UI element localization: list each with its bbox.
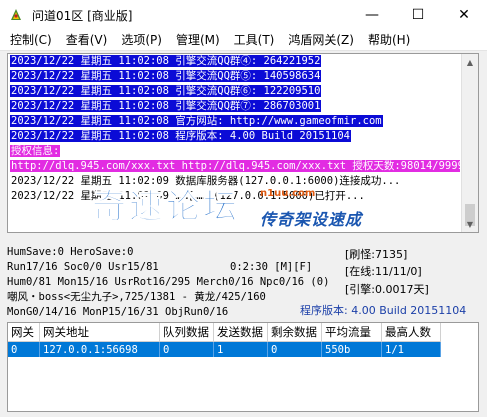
menu-help[interactable]: 帮助(H) — [361, 30, 417, 50]
col-sent-data[interactable]: 发送数据 — [213, 323, 268, 342]
menu-control[interactable]: 控制(C) — [0, 30, 59, 50]
log-scrollbar[interactable]: ▲ ▼ — [461, 54, 478, 232]
close-button[interactable]: ✕ — [441, 0, 487, 30]
window-title: 问道01区 [商业版] — [32, 8, 133, 23]
cell-avg-traffic: 550b — [321, 341, 382, 357]
status-hum-line: Hum0/81 Mon15/16 UsrRot16/295 Merch0/16 … — [7, 276, 330, 288]
status-uptime: 0:2:30 [M][F] — [230, 261, 313, 273]
log-line: 2023/12/22 星期五 11:02:08 程序版本: 4.00 Build… — [10, 130, 352, 142]
log-line: http://dlq.945.com/xxx.txt http://dlq.94… — [10, 159, 460, 174]
title-bar[interactable]: 问道01区 [商业版] — ☐ ✕ — [0, 0, 487, 30]
log-lines: 2023/12/22 星期五 11:02:08 引擎交流QQ群④: 264221… — [10, 54, 460, 204]
status-run-line: Run17/16 Soc0/0 Usr15/81 — [7, 261, 159, 273]
log-line: 2023/12/22 星期五 11:02:08 官方网站: http://www… — [10, 115, 383, 127]
cell-queue-data: 0 — [159, 341, 214, 357]
menu-gateway-shield[interactable]: 鸿盾网关(Z) — [281, 30, 361, 50]
watermark-main-text: 奇速论坛 — [92, 187, 240, 228]
status-mon-line: MonG0/14/16 MonP15/16/31 ObjRun0/16 — [7, 306, 229, 318]
log-line: 2023/12/22 星期五 11:02:08 引擎交流QQ群⑦: 286703… — [10, 100, 322, 112]
menu-tools[interactable]: 工具(T) — [227, 30, 282, 50]
menu-options[interactable]: 选项(P) — [114, 30, 169, 50]
log-line: 2023/12/22 星期五 11:02:08 引擎交流QQ群⑤: 140598… — [10, 70, 322, 82]
col-remaining-data[interactable]: 剩余数据 — [267, 323, 322, 342]
table-row[interactable]: 0 127.0.0.1:56698 0 1 0 550b 1/1 — [8, 341, 441, 357]
minimize-button[interactable]: — — [349, 0, 395, 30]
scroll-up-arrow-icon[interactable]: ▲ — [462, 54, 478, 70]
maximize-button[interactable]: ☐ — [395, 0, 441, 30]
server-window: 问道01区 [商业版] — ☐ ✕ 控制(C) 查看(V) 选项(P) 管理(M… — [0, 0, 487, 417]
cell-gateway: 0 — [8, 341, 40, 357]
app-icon — [11, 9, 21, 20]
gateway-table[interactable]: 网关 网关地址 队列数据 发送数据 剩余数据 平均流量 最高人数 0 127.0… — [7, 322, 479, 412]
col-avg-traffic[interactable]: 平均流量 — [321, 323, 382, 342]
col-gateway-address[interactable]: 网关地址 — [39, 323, 160, 342]
log-line: 2023/12/22 星期五 11:02:08 引擎交流QQ群④: 264221… — [10, 55, 322, 67]
online-counter: [在线:11/11/0] — [345, 265, 422, 278]
monster-refresh-counter: [刷怪:7135] — [345, 248, 408, 261]
watermark-subtitle: 传奇架设速成 — [260, 210, 363, 229]
log-line: 授权信息: — [10, 145, 61, 157]
table-header-row: 网关 网关地址 队列数据 发送数据 剩余数据 平均流量 最高人数 — [8, 323, 441, 342]
col-gateway[interactable]: 网关 — [8, 323, 40, 342]
menu-bar: 控制(C) 查看(V) 选项(P) 管理(M) 工具(T) 鸿盾网关(Z) 帮助… — [0, 30, 487, 51]
cell-max-players: 1/1 — [381, 341, 441, 357]
col-max-players[interactable]: 最高人数 — [381, 323, 441, 342]
cell-gateway-address: 127.0.0.1:56698 — [39, 341, 160, 357]
engine-uptime-counter: [引擎:0.0017天] — [345, 283, 429, 296]
cell-remaining-data: 0 — [267, 341, 322, 357]
menu-manage[interactable]: 管理(M) — [169, 30, 227, 50]
watermark-url: n1uu.com — [260, 188, 316, 199]
menu-view[interactable]: 查看(V) — [59, 30, 115, 50]
log-line: 2023/12/22 星期五 11:02:08 引擎交流QQ群⑥: 122209… — [10, 85, 322, 97]
cell-sent-data: 1 — [213, 341, 268, 357]
scroll-down-arrow-icon[interactable]: ▼ — [462, 216, 478, 232]
status-boss-line: 嘲风・boss<无尘九子>,725/1381 - 黄龙/425/160 — [7, 291, 266, 303]
status-panel: HumSave:0 HeroSave:0 Run17/16 Soc0/0 Usr… — [7, 245, 477, 325]
program-version: 程序版本: 4.00 Build 20151104 — [300, 304, 467, 317]
col-queue-data[interactable]: 队列数据 — [159, 323, 214, 342]
watermark-logo: 奇速论坛 n1uu.com 传奇架设速成 — [92, 186, 392, 232]
status-save-line: HumSave:0 HeroSave:0 — [7, 246, 134, 258]
